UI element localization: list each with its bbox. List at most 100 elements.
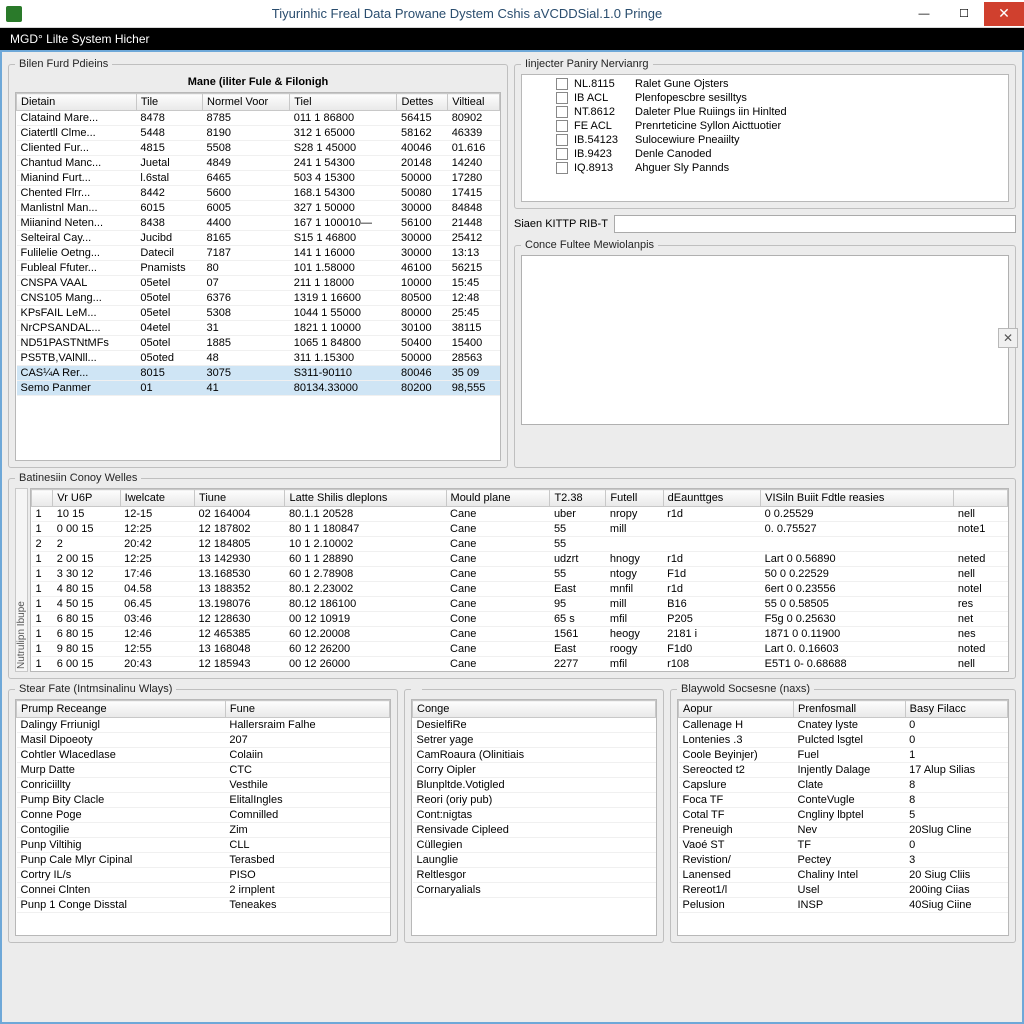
table-row[interactable]: Selteiral Cay...Jucibd8165S15 1 46800300… [17,231,500,246]
table-row[interactable]: 110 1512-1502 16400480.1.1 20528Caneuber… [32,507,1008,522]
table-row[interactable]: Reltlesgor [413,868,656,883]
table-row[interactable]: Semo Panmer014180134.330008020098,555 [17,381,500,396]
table-row[interactable]: 16 00 1520:4312 18594300 12 26000Cane227… [32,657,1008,672]
column-header[interactable]: Vr U6P [53,490,120,507]
table-row[interactable]: Cliented Fur...48155508S28 1 45000400460… [17,141,500,156]
table-row[interactable]: Murp DatteCTC [17,763,390,778]
table-row[interactable]: LanensedChaliny Intel20 Siug Cliis [679,868,1008,883]
table-row[interactable]: Conne PogeComnilled [17,808,390,823]
column-header[interactable]: Tiel [290,94,397,111]
table-row[interactable]: 10 00 1512:2512 18780280 1 1 180847Cane5… [32,522,1008,537]
table-row[interactable]: Cüllegien [413,838,656,853]
column-header[interactable]: Aopur [679,701,794,718]
column-header[interactable]: Prenfosmall [794,701,906,718]
checklist-item[interactable]: IB.54123Sulocewiure Pneaiilty [556,133,1004,147]
table-row[interactable]: Foca TFConteVugle8 [679,793,1008,808]
checkbox-icon[interactable] [556,148,568,160]
checkbox-icon[interactable] [556,162,568,174]
column-header[interactable]: Prump Receange [17,701,226,718]
column-header[interactable]: Conge [413,701,656,718]
table-row[interactable]: Cohtler WlacedlaseColaiin [17,748,390,763]
table-row[interactable]: Punp 1 Conge DisstalTeneakes [17,898,390,913]
column-header[interactable] [954,490,1008,507]
column-header[interactable]: Dettes [397,94,448,111]
table-row[interactable]: Miianind Neten...84384400167 1 100010—56… [17,216,500,231]
maximize-button[interactable] [944,2,984,26]
siaen-input[interactable] [614,215,1016,233]
table-row[interactable]: Ciatertll Clme...54488190312 1 650005816… [17,126,500,141]
column-header[interactable]: Tiune [195,490,285,507]
column-header[interactable]: T2.38 [550,490,606,507]
table-row[interactable]: Corry Oipler [413,763,656,778]
table-row[interactable]: 16 80 1512:4612 46538560 12.20008Cane156… [32,627,1008,642]
checkbox-icon[interactable] [556,134,568,146]
table-row[interactable]: Punp ViltihigCLL [17,838,390,853]
filen-grid[interactable]: DietainTileNormel VoorTielDettesViltieal… [15,92,501,461]
table-row[interactable]: CNS105 Mang...05otel63761319 1 166008050… [17,291,500,306]
table-row[interactable]: DesielfiRe [413,718,656,733]
table-row[interactable]: Setrer yage [413,733,656,748]
table-row[interactable]: 14 50 1506.4513.19807680.12 186100Cane95… [32,597,1008,612]
table-row[interactable]: Clataind Mare...84788785011 1 8680056415… [17,111,500,126]
table-row[interactable]: Reori (oriy pub) [413,793,656,808]
column-header[interactable]: Tile [136,94,202,111]
table-row[interactable]: ContogilieZim [17,823,390,838]
table-row[interactable]: Mianind Furt...l.6stal6465503 4 15300500… [17,171,500,186]
table-row[interactable]: Pump Bity ClacleElitalIngles [17,793,390,808]
injecter-checklist[interactable]: NL.8115Ralet Gune OjstersIB ACLPlenfopes… [521,74,1009,202]
column-header[interactable]: Basy Filacc [905,701,1007,718]
column-header[interactable]: Dietain [17,94,137,111]
stear-grid-b[interactable]: CongeDesielfiReSetrer yageCamRoaura (Oli… [411,699,657,936]
table-row[interactable]: Cortry IL/sPISO [17,868,390,883]
table-row[interactable]: Coole Beyinjer)Fuel1 [679,748,1008,763]
panel-close-icon[interactable]: ✕ [998,328,1018,348]
column-header[interactable]: Futell [606,490,663,507]
column-header[interactable]: VISiln Buiit Fdtle reasies [761,490,954,507]
datinesin-grid[interactable]: Vr U6PIwelcateTiuneLatte Shilis dleplons… [30,488,1009,672]
table-row[interactable]: CapslureClate8 [679,778,1008,793]
checklist-item[interactable]: IQ.8913Ahguer Sly Pannds [556,161,1004,175]
column-header[interactable]: Latte Shilis dleplons [285,490,446,507]
table-row[interactable]: CAS¼A Rer...80153075S311-901108004635 09 [17,366,500,381]
table-row[interactable]: Fulilelie Oetng...Datecil7187141 1 16000… [17,246,500,261]
column-header[interactable] [32,490,53,507]
table-row[interactable]: 12 00 1512:2513 14293060 1 1 28890Caneud… [32,552,1008,567]
table-row[interactable]: Connei Clnten2 irnplent [17,883,390,898]
table-row[interactable]: Revistion/Pectey3 [679,853,1008,868]
table-row[interactable]: Rensivade Cipleed [413,823,656,838]
table-row[interactable]: Chantud Manc...Juetal4849241 1 543002014… [17,156,500,171]
table-row[interactable]: ND51PASTNtMFs05otel18851065 1 8480050400… [17,336,500,351]
table-row[interactable]: Punp Cale Mlyr CipinalTerasbed [17,853,390,868]
table-row[interactable]: Rereot1/lUsel200ing Ciias [679,883,1008,898]
table-row[interactable]: CNSPA VAAL05etel07211 1 180001000015:45 [17,276,500,291]
column-header[interactable]: Mould plane [446,490,550,507]
table-row[interactable]: Manlistnl Man...60156005327 1 5000030000… [17,201,500,216]
checkbox-icon[interactable] [556,120,568,132]
table-row[interactable]: PelusionINSP40Siug Ciine [679,898,1008,913]
table-row[interactable]: Fubleal Ffuter...Pnamists80101 1.5800046… [17,261,500,276]
table-row[interactable]: Cont:nigtas [413,808,656,823]
table-row[interactable]: Sereocted t2Injently Dalage17 Alup Silia… [679,763,1008,778]
table-row[interactable]: Chented Flrr...84425600168.1 54300500801… [17,186,500,201]
checklist-item[interactable]: FE ACLPrenrteticine Syllon Aicttuotier [556,119,1004,133]
table-row[interactable]: NrCPSANDAL...04etel311821 1 100003010038… [17,321,500,336]
column-header[interactable]: Iwelcate [120,490,194,507]
table-row[interactable]: 19 80 1512:5513 16804860 12 26200CaneEas… [32,642,1008,657]
table-row[interactable]: Masil Dipoeoty207 [17,733,390,748]
table-row[interactable]: Cotal TFCngliny lbptel5 [679,808,1008,823]
table-row[interactable]: Dalingy FrriuniglHallersraim Falhe [17,718,390,733]
checklist-item[interactable]: IB.9423Denle Canoded [556,147,1004,161]
table-row[interactable]: 14 80 1504.5813 18835280.1 2.23002CaneEa… [32,582,1008,597]
table-row[interactable]: Lontenies .3Pulcted lsgtel0 [679,733,1008,748]
table-row[interactable]: KPsFAIL LeM...05etel53081044 1 550008000… [17,306,500,321]
table-row[interactable]: PreneuighNev20Slug Cline [679,823,1008,838]
table-row[interactable]: PS5TB,VAlNll...05oted48311 1.15300500002… [17,351,500,366]
blaywold-grid[interactable]: AopurPrenfosmallBasy FilaccCallenage HCn… [677,699,1009,936]
checkbox-icon[interactable] [556,106,568,118]
checklist-item[interactable]: NT.8612Daleter Plue Ruiings iin Hinlted [556,105,1004,119]
table-row[interactable]: Launglie [413,853,656,868]
conce-textarea[interactable] [521,255,1009,425]
column-header[interactable]: Fune [225,701,389,718]
table-row[interactable]: Vaoé STTF0 [679,838,1008,853]
table-row[interactable]: Cornaryalials [413,883,656,898]
